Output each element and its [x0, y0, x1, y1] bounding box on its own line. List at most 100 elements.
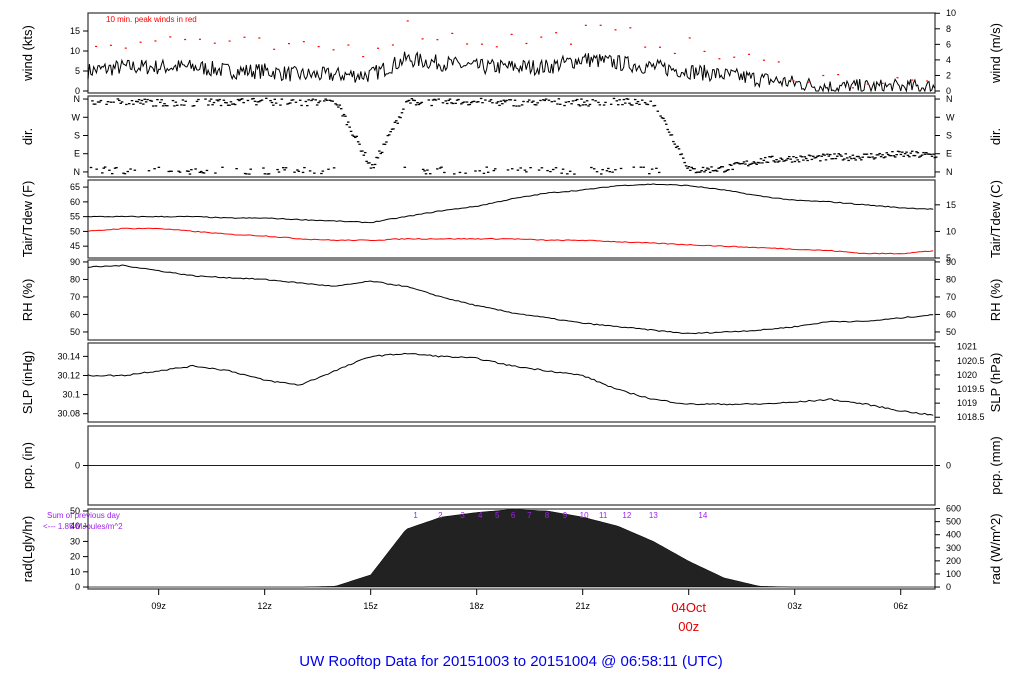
wind-direction-mark: [263, 173, 267, 175]
wind-direction-mark: [349, 130, 353, 133]
wind-direction-mark: [327, 168, 330, 170]
wind-direction-mark: [881, 154, 884, 156]
wind-direction-mark: [233, 103, 237, 106]
wind-peak-mark: [540, 36, 543, 38]
wind-direction-mark: [160, 99, 163, 101]
wind-direction-mark: [444, 100, 448, 102]
wind-direction-mark: [814, 156, 818, 159]
wind-annotation: 10 min. peak winds in red: [106, 15, 197, 24]
wind-direction-mark: [356, 141, 360, 143]
wind-direction-mark: [481, 102, 484, 104]
wind-direction-mark: [909, 152, 913, 154]
wind-direction-mark: [549, 170, 552, 173]
wind-direction-mark: [853, 157, 856, 159]
rh-ytick-label: 70: [70, 292, 80, 302]
wind-direction-mark: [526, 101, 530, 103]
wind-direction-mark: [399, 116, 402, 119]
wind-direction-mark: [207, 104, 210, 106]
wind-direction-mark: [486, 171, 490, 173]
wind-direction-mark: [423, 170, 426, 172]
wind-peak-mark: [258, 37, 261, 39]
wind-peak-mark: [688, 37, 691, 39]
wind-direction-mark: [516, 169, 520, 171]
wind-peak-mark: [362, 55, 365, 58]
wind-direction-mark: [817, 155, 821, 157]
wind-direction-mark: [687, 166, 691, 168]
wind-direction-mark: [560, 172, 563, 174]
wind-direction-mark: [395, 120, 398, 122]
sun-hour-mark: 10: [580, 511, 589, 520]
wind-direction-mark: [858, 157, 862, 159]
wind-direction-mark: [594, 100, 597, 102]
wind-direction-mark: [89, 166, 93, 169]
wind-direction-mark: [331, 100, 334, 102]
xtick-label: 15z: [363, 601, 378, 611]
wind-direction-mark: [527, 99, 531, 101]
wind-direction-mark: [173, 105, 176, 107]
wind-direction-mark: [847, 159, 850, 162]
xtick-label: 18z: [469, 601, 484, 611]
wind-direction-mark: [819, 160, 822, 162]
wind-direction-mark: [260, 99, 264, 101]
wind-direction-mark: [573, 173, 576, 175]
wind-direction-mark: [112, 101, 115, 103]
wind-direction-mark: [289, 102, 292, 104]
wind-direction-mark: [827, 155, 831, 157]
wind-direction-mark: [159, 101, 162, 104]
wind-peak-mark: [644, 46, 647, 48]
wind-direction-mark: [843, 158, 846, 160]
dir-ytick-label: W: [72, 112, 81, 122]
temp-ytick-label: 60: [70, 197, 80, 207]
wind-direction-mark: [631, 104, 634, 106]
wind-direction-mark: [132, 103, 135, 105]
wind-peak-mark: [703, 50, 706, 53]
wind-direction-mark: [235, 167, 238, 170]
wind-direction-mark: [523, 169, 527, 171]
wind-direction-mark: [192, 105, 196, 107]
wind-direction-mark: [126, 170, 130, 173]
wind-direction-mark: [465, 101, 469, 103]
wind-direction-mark: [878, 152, 881, 155]
wind-direction-mark: [710, 166, 713, 168]
wind-peak-mark: [347, 44, 350, 46]
wind-peak-mark: [154, 40, 157, 42]
wind-direction-mark: [532, 100, 535, 102]
wind-direction-mark: [796, 159, 799, 161]
rh-ytick-right-label: 60: [946, 309, 956, 319]
slp-ytick-right-label: 1018.5: [957, 412, 985, 422]
rh-ytick-right-label: 70: [946, 292, 956, 302]
wind-direction-mark: [522, 100, 525, 103]
wind-direction-mark: [889, 155, 893, 157]
wind-ytick-label: 5: [75, 66, 80, 76]
wind-peak-mark: [629, 27, 632, 29]
temp-ytick-label: 55: [70, 212, 80, 222]
wind-direction-mark: [101, 172, 104, 174]
wind-direction-mark: [591, 99, 595, 101]
wind-peak-mark: [228, 40, 231, 42]
wind-direction-mark: [496, 101, 500, 103]
wind-direction-mark: [161, 105, 165, 107]
wind-direction-mark: [430, 104, 433, 107]
wind-direction-mark: [371, 164, 374, 166]
rad-ytick-right-label: 0: [946, 582, 951, 592]
wind-ylabel-right: wind (m/s): [988, 23, 1003, 84]
wind-direction-mark: [539, 99, 542, 102]
wind-direction-mark: [388, 134, 391, 136]
wind-direction-mark: [272, 104, 275, 106]
wind-direction-mark: [657, 171, 661, 174]
wind-direction-mark: [650, 168, 654, 170]
wind-direction-mark: [529, 167, 532, 169]
wind-direction-mark: [786, 157, 790, 160]
wind-direction-mark: [284, 167, 288, 169]
wind-direction-mark: [494, 168, 497, 170]
wind-direction-mark: [561, 168, 565, 170]
slp-ytick-label: 30.12: [57, 370, 80, 380]
wind-peak-mark: [584, 24, 587, 26]
wind-direction-mark: [901, 151, 904, 153]
xtick-label: 06z: [893, 601, 908, 611]
wind-direction-mark: [200, 170, 203, 173]
wind-direction-mark: [421, 168, 425, 171]
wind-direction-mark: [291, 99, 295, 101]
slp-ytick-label: 30.14: [57, 351, 80, 361]
wind-direction-mark: [420, 101, 424, 104]
